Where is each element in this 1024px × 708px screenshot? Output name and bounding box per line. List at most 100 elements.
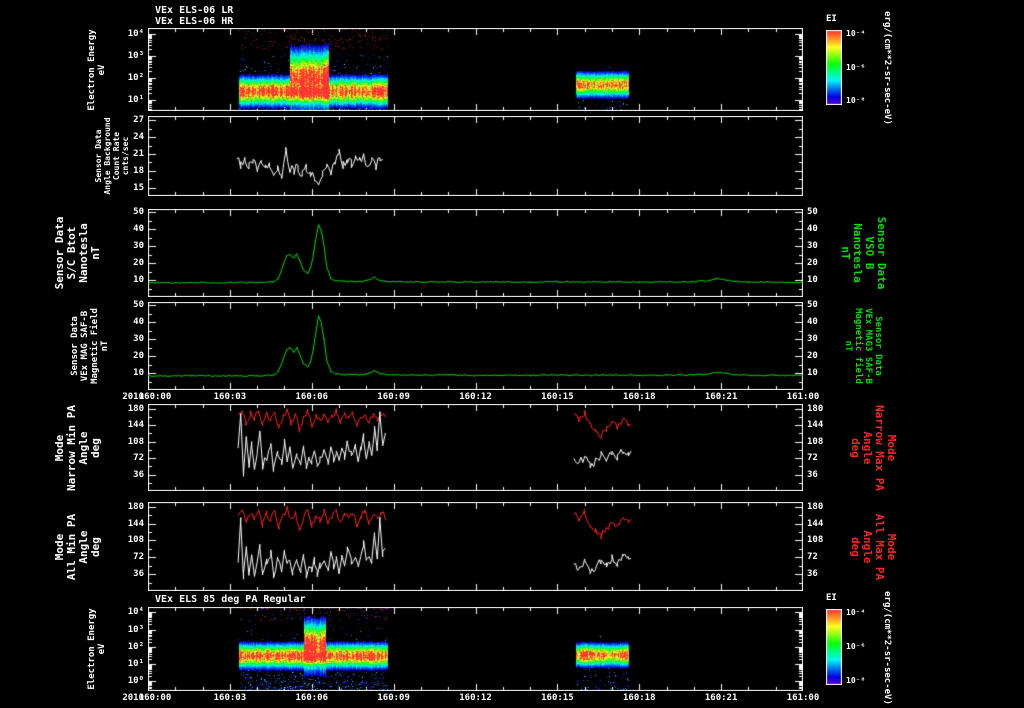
x-tick-label: 160:09 xyxy=(377,693,410,703)
y-tick-label-left: 180 xyxy=(127,501,144,512)
panel1-title-line2: VEx ELS-06 HR xyxy=(155,16,234,27)
panel1-title-line1: VEx ELS-06 LR xyxy=(155,5,234,16)
y-axis-label-background-count-rate: Sensor Data Angle Background Count Rate … xyxy=(94,117,130,195)
y-tick-label-left: 36 xyxy=(133,469,144,480)
y-tick-label-left: 10¹ xyxy=(127,659,144,670)
y-tick-label-right: 36 xyxy=(807,469,818,480)
x-tick-label: 160:15 xyxy=(541,392,574,402)
x-tick-label: 160:06 xyxy=(295,392,329,402)
y-axis-label-sc-btot: Sensor Data S/C Btot Nanotesla nT xyxy=(53,216,102,290)
colorbar-tick-label: 10⁻⁸ xyxy=(846,96,866,105)
y-tick-label-right: 10 xyxy=(807,368,818,379)
x-tick-label: 160:21 xyxy=(704,693,738,703)
y-tick-label-left: 10¹ xyxy=(127,94,144,105)
x-tick-label: 160:18 xyxy=(622,693,656,703)
panel-els-85deg-spectrogram xyxy=(148,607,803,691)
y-tick-label-left: 10³ xyxy=(127,624,144,635)
y-tick-label-left: 10² xyxy=(127,72,144,83)
y-tick-label-right: 72 xyxy=(807,552,818,563)
x-tick-label: 161:00 xyxy=(786,693,820,703)
y-tick-label-right: 180 xyxy=(807,403,824,414)
colorbar-tick-label: 10⁻⁴ xyxy=(846,608,866,617)
y-tick-label-left: 108 xyxy=(127,436,144,447)
y-tick-label-left: 40 xyxy=(133,224,144,235)
canvas-all-pa xyxy=(148,502,803,591)
y-tick-label-right: 40 xyxy=(807,317,818,328)
y-tick-label-right: 180 xyxy=(807,501,824,512)
y-tick-label-left: 108 xyxy=(127,535,144,546)
y-tick-label-left: 10³ xyxy=(127,50,144,61)
colorbar-tick-label: 10⁻⁶ xyxy=(846,62,866,72)
panel-background-count-rate xyxy=(148,116,803,196)
panel-narrow-pa xyxy=(148,404,803,491)
y-tick-label-left: 20 xyxy=(133,258,144,269)
x-tick-label: 160:18 xyxy=(622,392,656,402)
y-tick-label-right: 36 xyxy=(807,569,818,580)
y-tick-label-left: 50 xyxy=(133,207,144,218)
y-tick-label-right: 40 xyxy=(807,224,818,235)
y-axis-label-all-pa: Mode All Min PA Angle deg xyxy=(53,513,102,580)
y-axis-label-right-sc-btot: Sensor Data VSO B Nanotesla nT xyxy=(839,216,888,290)
y-tick-label-left: 72 xyxy=(133,552,144,563)
screen: VEx ELS-06 LR VEx ELS-06 HR VEx ELS 85 d… xyxy=(0,0,1024,708)
y-axis-label-els-85deg-spectrogram: Electron Energy eV xyxy=(87,608,107,690)
y-tick-label-left: 30 xyxy=(133,241,144,252)
colorbar-label-top: EI xyxy=(826,14,837,24)
y-tick-label-right: 108 xyxy=(807,535,824,546)
canvas-sc-btot xyxy=(148,209,803,297)
panel-sc-btot xyxy=(148,209,803,297)
y-tick-label-right: 20 xyxy=(807,351,818,362)
x-tick-label: 160:15 xyxy=(541,693,574,703)
y-tick-label-right: 30 xyxy=(807,334,818,345)
y-tick-label-right: 20 xyxy=(807,258,818,269)
canvas-els-85deg-spectrogram xyxy=(148,607,803,691)
y-axis-label-narrow-pa: Mode Narrow Min PA Angle deg xyxy=(53,404,102,491)
x-tick-label: 160:09 xyxy=(377,392,410,402)
canvas-background-count-rate xyxy=(148,116,803,196)
colorbar-units-bottom: erg/(cm**2-sr-sec-eV) xyxy=(882,591,892,705)
y-tick-label-left: 10⁰ xyxy=(127,676,144,687)
y-tick-label-left: 180 xyxy=(127,403,144,414)
panel7-title: VEx ELS 85 deg PA Regular xyxy=(155,594,306,605)
y-axis-label-right-all-pa: Mode All Max PA Angle deg xyxy=(849,513,898,580)
panel-els-lr-hr-spectrogram xyxy=(148,28,803,111)
y-tick-label-right: 108 xyxy=(807,436,824,447)
y-axis-label-vex-mag-field: Sensor Data VEx MAG SAF-B Magnetic Field… xyxy=(70,308,110,384)
x-tick-label: 160:12 xyxy=(459,392,492,402)
y-tick-label-right: 144 xyxy=(807,420,824,431)
colorbar-tick-label: 10⁻⁸ xyxy=(846,676,866,685)
panel-vex-mag-field xyxy=(148,302,803,390)
colorbar-units-top: erg/(cm**2-sr-sec-eV) xyxy=(882,11,892,125)
colorbar-tick-label: 10⁻⁴ xyxy=(846,29,866,38)
canvas-els-lr-hr-spectrogram xyxy=(148,28,803,111)
y-tick-label-left: 72 xyxy=(133,453,144,464)
y-tick-label-right: 144 xyxy=(807,518,824,529)
y-tick-label-left: 36 xyxy=(133,569,144,580)
canvas-narrow-pa xyxy=(148,404,803,491)
x-tick-label: 160:00 xyxy=(138,392,172,402)
panel-all-pa xyxy=(148,502,803,591)
y-tick-label-left: 10² xyxy=(127,641,144,652)
x-tick-label: 160:21 xyxy=(704,392,738,402)
x-tick-label: 160:03 xyxy=(213,693,247,703)
y-axis-label-els-lr-hr-spectrogram: Electron Energy eV xyxy=(87,28,107,111)
x-tick-label: 160:03 xyxy=(213,392,247,402)
y-tick-label-left: 144 xyxy=(127,420,144,431)
y-tick-label-left: 10⁴ xyxy=(127,28,144,39)
colorbar-label-bottom: EI xyxy=(826,593,837,603)
x-tick-label: 161:00 xyxy=(786,392,820,402)
y-tick-label-left: 10 xyxy=(133,275,144,286)
y-axis-label-right-vex-mag-field: Sensor Data VEx MAG3 SAF-B Magnetic fiel… xyxy=(843,308,883,384)
x-tick-label: 160:00 xyxy=(138,693,172,703)
x-tick-label: 160:06 xyxy=(295,693,329,703)
colorbar-els-lr-hr-spectrogram xyxy=(826,30,842,105)
y-tick-label-right: 50 xyxy=(807,300,818,311)
y-axis-label-right-narrow-pa: Mode Narrow Max PA Angle deg xyxy=(849,404,898,491)
y-tick-label-right: 50 xyxy=(807,207,818,218)
colorbar-tick-label: 10⁻⁶ xyxy=(846,642,866,651)
y-tick-label-left: 10⁴ xyxy=(127,607,144,618)
y-tick-label-left: 144 xyxy=(127,518,144,529)
colorbar-els-85deg-spectrogram xyxy=(826,609,842,685)
y-tick-label-right: 30 xyxy=(807,241,818,252)
y-tick-label-right: 72 xyxy=(807,453,818,464)
